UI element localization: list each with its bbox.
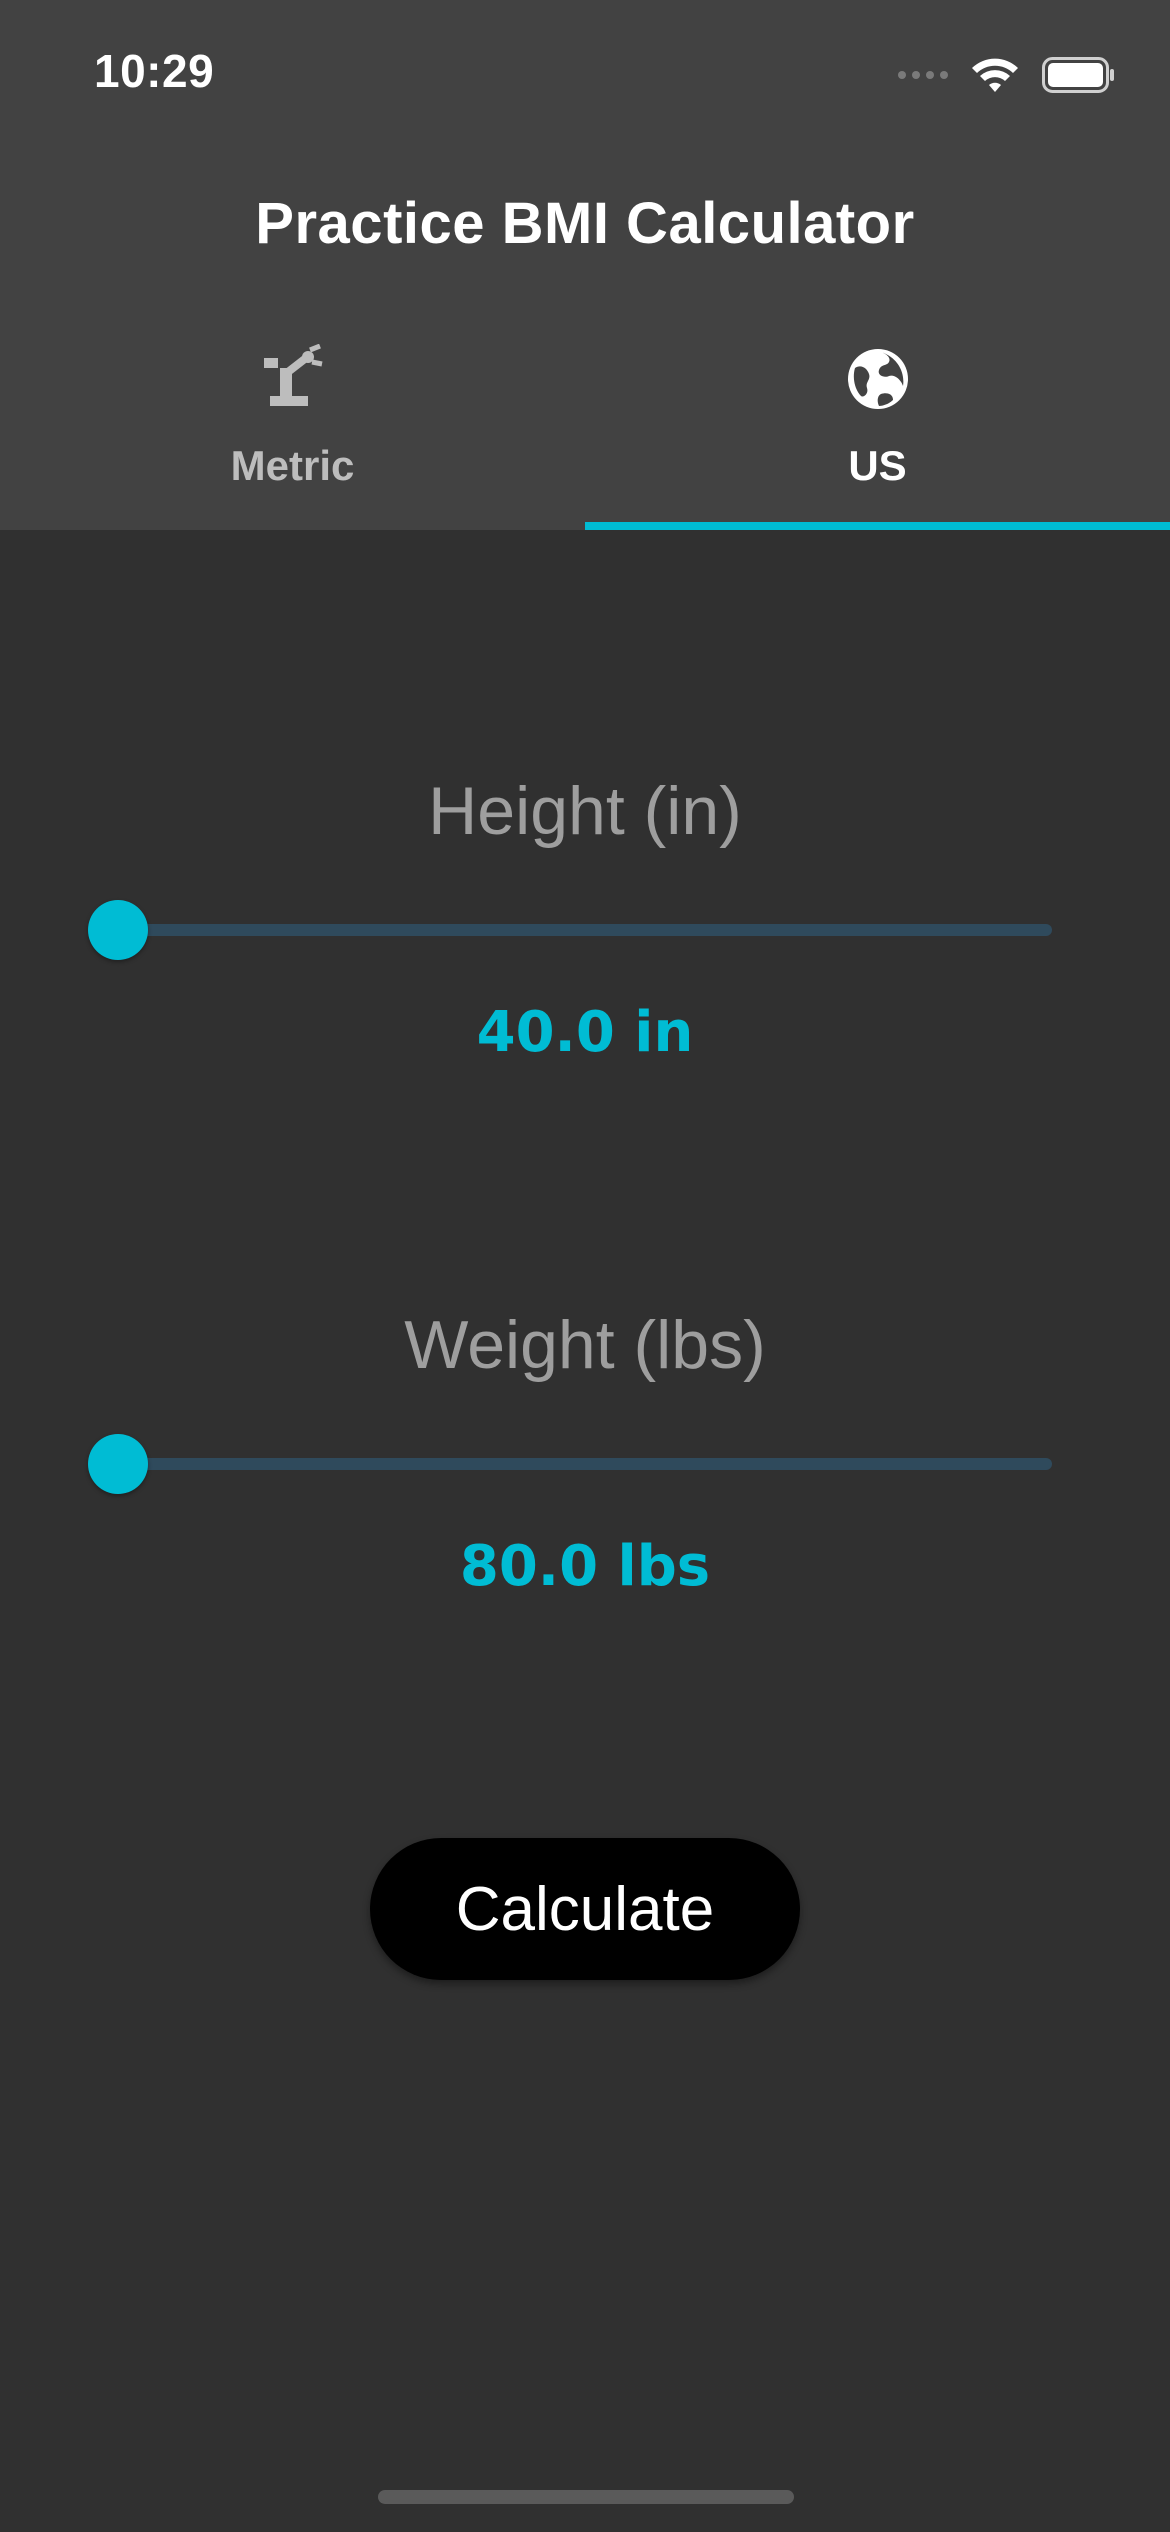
unit-tabs: Metric US [0,330,1170,530]
height-slider-track[interactable] [118,924,1052,936]
weight-slider[interactable] [88,1422,1052,1502]
tab-metric-label: Metric [230,442,355,489]
globe-icon [847,349,908,409]
tab-us-label: US [848,442,907,489]
height-slider-thumb[interactable] [88,900,148,960]
app-bar: 10:29 Practice BMI Calculator Metric US [0,0,1170,530]
cellular-signal-icon [898,71,948,79]
height-slider[interactable] [88,888,1052,968]
status-time: 10:29 [94,45,215,97]
height-label: Height (in) [428,773,742,849]
wifi-icon [972,58,1018,92]
tab-metric[interactable]: Metric [0,330,585,530]
weight-label: Weight (lbs) [404,1307,766,1383]
tab-us[interactable]: US [585,330,1170,530]
weight-slider-thumb[interactable] [88,1434,148,1494]
weight-value: 80.0 lbs [459,1534,711,1599]
tab-indicator [585,522,1170,530]
status-icons [898,52,1116,98]
app-title: Practice BMI Calculator [255,191,915,256]
robot-arm-icon [263,344,322,406]
height-value: 40.0 in [476,1000,694,1065]
calculate-button[interactable]: Calculate [370,1838,800,1980]
battery-icon [1042,57,1114,93]
weight-slider-track[interactable] [118,1458,1052,1470]
home-indicator [378,2490,794,2504]
